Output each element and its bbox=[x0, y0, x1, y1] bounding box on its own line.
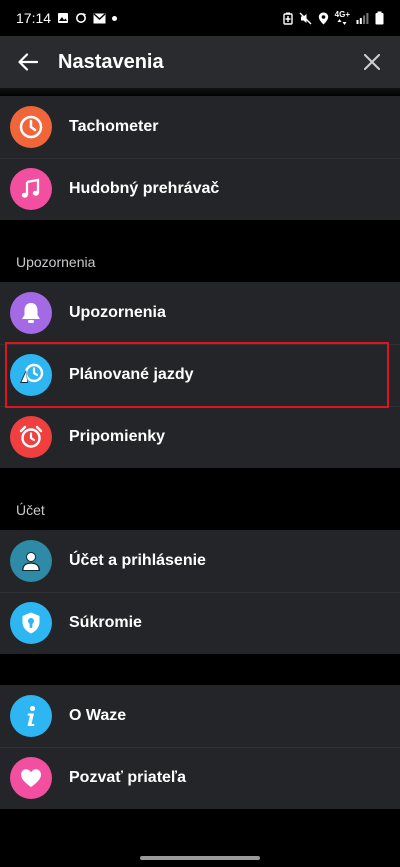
music-note-icon bbox=[10, 168, 52, 210]
settings-item-label: Účet a prihlásenie bbox=[69, 552, 206, 569]
network-indicator: 4G+ bbox=[335, 11, 350, 25]
page-title: Nastavenia bbox=[58, 50, 164, 73]
network-label: 4G+ bbox=[334, 10, 350, 19]
battery-icon bbox=[375, 11, 384, 25]
settings-item-label: O Waze bbox=[69, 707, 127, 724]
person-icon bbox=[10, 540, 52, 582]
data-arrows-icon bbox=[337, 19, 347, 25]
alarm-clock-icon bbox=[10, 416, 52, 458]
settings-item-privacy[interactable]: Súkromie bbox=[0, 592, 400, 654]
status-bar: 17:14 4G+ bbox=[0, 0, 400, 36]
section-header-notifications: Upozornenia bbox=[0, 220, 400, 282]
signal-icon bbox=[356, 13, 369, 24]
speedometer-icon bbox=[10, 106, 52, 148]
settings-item-label: Tachometer bbox=[69, 118, 159, 135]
heart-icon bbox=[10, 757, 52, 799]
settings-item-invite-friend[interactable]: Pozvať priateľa bbox=[0, 747, 400, 809]
settings-group-account: Účet a prihlásenie Súkromie bbox=[0, 530, 400, 654]
settings-list: Tachometer Hudobný prehrávač Upozornenia… bbox=[0, 96, 400, 809]
settings-item-about-waze[interactable]: O Waze bbox=[0, 685, 400, 747]
settings-item-label: Upozornenia bbox=[69, 304, 166, 321]
settings-group-general: Tachometer Hudobný prehrávač bbox=[0, 96, 400, 220]
settings-item-speedometer[interactable]: Tachometer bbox=[0, 96, 400, 158]
location-icon bbox=[318, 12, 328, 24]
home-indicator[interactable] bbox=[140, 856, 260, 860]
app-header: Nastavenia bbox=[0, 36, 400, 88]
settings-item-label: Pozvať priateľa bbox=[69, 769, 186, 786]
settings-item-notifications[interactable]: Upozornenia bbox=[0, 282, 400, 344]
settings-item-account-login[interactable]: Účet a prihlásenie bbox=[0, 530, 400, 592]
settings-item-music-player[interactable]: Hudobný prehrávač bbox=[0, 158, 400, 220]
settings-group-notifications: Upozornenia Plánované jazdy Pripomienky bbox=[0, 282, 400, 468]
bell-icon bbox=[10, 292, 52, 334]
sync-icon bbox=[76, 13, 87, 23]
settings-item-label: Plánované jazdy bbox=[69, 366, 194, 383]
section-spacer bbox=[0, 654, 400, 685]
settings-item-label: Pripomienky bbox=[69, 428, 166, 445]
planned-drive-icon bbox=[10, 354, 52, 396]
info-icon bbox=[10, 695, 52, 737]
settings-group-about: O Waze Pozvať priateľa bbox=[0, 685, 400, 809]
settings-item-label: Hudobný prehrávač bbox=[69, 180, 220, 197]
gallery-icon bbox=[58, 13, 69, 23]
notification-dot-icon bbox=[112, 15, 118, 21]
privacy-shield-icon bbox=[10, 602, 52, 644]
settings-item-planned-drives[interactable]: Plánované jazdy bbox=[0, 344, 400, 406]
mute-icon bbox=[299, 12, 312, 24]
gmail-icon bbox=[93, 12, 106, 23]
settings-item-reminders[interactable]: Pripomienky bbox=[0, 406, 400, 468]
status-time: 17:14 bbox=[16, 10, 52, 26]
arrow-left-icon bbox=[18, 53, 38, 71]
close-button[interactable] bbox=[344, 36, 400, 88]
header-shadow bbox=[0, 88, 400, 96]
close-icon bbox=[364, 54, 380, 70]
back-button[interactable] bbox=[0, 36, 56, 88]
section-header-account: Účet bbox=[0, 468, 400, 530]
settings-item-label: Súkromie bbox=[69, 614, 142, 631]
battery-saver-icon bbox=[282, 12, 293, 25]
